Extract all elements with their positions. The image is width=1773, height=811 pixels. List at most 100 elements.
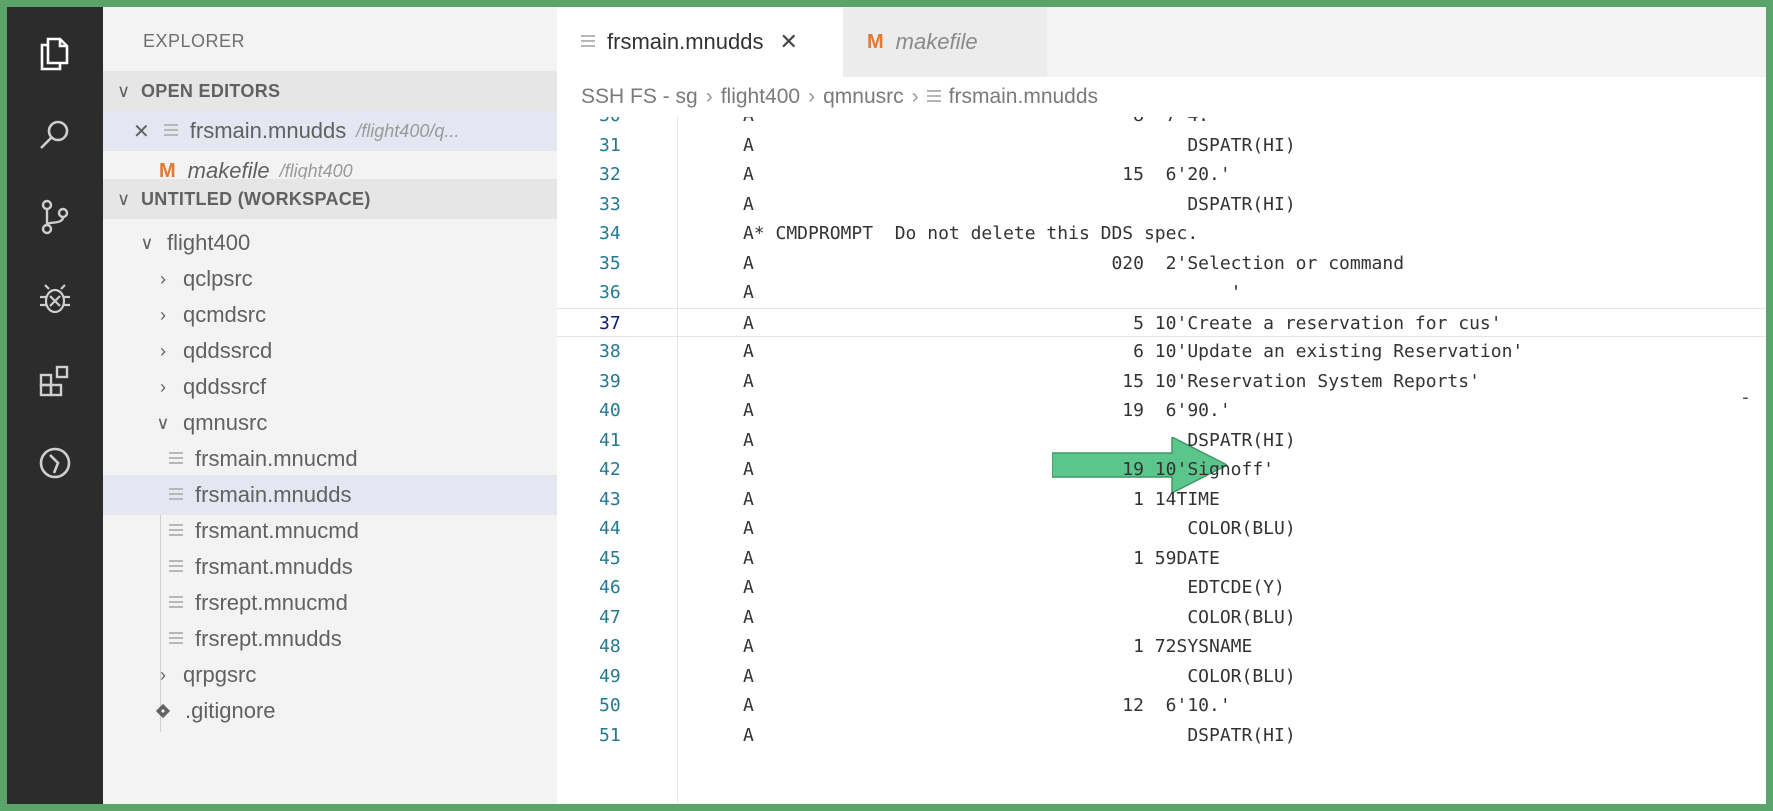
tree-file[interactable]: frsmant.mnudds	[103, 547, 557, 587]
git-icon	[155, 703, 171, 719]
code-text: A 19 6'90.'	[743, 400, 1231, 421]
line-number: 36	[599, 282, 621, 303]
open-editors-label: OPEN EDITORS	[141, 80, 281, 101]
tree-file[interactable]: frsrept.mnucmd	[103, 583, 557, 623]
line-number: 30	[599, 117, 639, 126]
line-number: 51	[599, 724, 621, 746]
code-line[interactable]: 43 A 1 14TIME	[557, 485, 1766, 514]
open-editors-header[interactable]: ∨ OPEN EDITORS	[103, 71, 557, 111]
close-icon[interactable]: ✕	[133, 119, 150, 144]
line-number: 37	[599, 312, 621, 334]
chevron-down-icon: ∨	[156, 412, 170, 433]
file-label: frsmain.mnudds	[195, 482, 352, 507]
workspace-header[interactable]: ∨ UNTITLED (WORKSPACE)	[103, 179, 557, 219]
chevron-right-icon: ›	[911, 85, 919, 108]
tree-file[interactable]: frsrept.mnudds	[103, 619, 557, 659]
tab-label: makefile	[895, 29, 978, 54]
line-number: 45	[599, 547, 621, 569]
gitlens-icon[interactable]	[7, 431, 103, 495]
line-number: 44	[599, 518, 621, 539]
code-line[interactable]: 37 A 5 10'Create a reservation for cus'	[557, 307, 1766, 337]
workspace-label: UNTITLED (WORKSPACE)	[141, 188, 371, 209]
code-line[interactable]: 30 A 8 7 4.	[557, 117, 1766, 130]
code-line[interactable]: 45 A 1 59DATE	[557, 544, 1766, 573]
file-icon	[163, 124, 178, 138]
code-line[interactable]: 47 A COLOR(BLU)	[557, 603, 1766, 632]
tree-folder-qrpgsrc[interactable]: › qrpgsrc	[103, 655, 557, 695]
code-editor[interactable]: - 30A 8 7 4.31A DSPATR(HI)32A 15 6'20.'3…	[557, 117, 1766, 804]
code-text: A DSPATR(HI)	[743, 724, 1296, 746]
breadcrumb-item[interactable]: qmnusrc	[823, 85, 904, 109]
code-line[interactable]: 32 A 15 6'20.'	[557, 160, 1766, 189]
search-icon[interactable]	[7, 103, 103, 167]
code-line[interactable]: 36 A '	[557, 278, 1766, 307]
code-line[interactable]: 48 A 1 72SYSNAME	[557, 632, 1766, 661]
close-icon[interactable]: ✕	[780, 29, 798, 55]
tab-makefile[interactable]: M makefile	[843, 7, 1047, 77]
debug-icon[interactable]	[7, 267, 103, 331]
code-line[interactable]: 49 A COLOR(BLU)	[557, 662, 1766, 691]
chevron-down-icon: ∨	[117, 188, 131, 209]
file-label: frsrept.mnucmd	[195, 590, 348, 615]
code-text: A* CMDPROMPT Do not delete this DDS spec…	[743, 223, 1199, 244]
extensions-icon[interactable]	[7, 349, 103, 413]
code-line[interactable]: 44 A COLOR(BLU)	[557, 514, 1766, 543]
tree-folder-qclpsrc[interactable]: › qclpsrc	[103, 259, 557, 299]
code-text: A 19 10'Signoff'	[743, 459, 1275, 480]
tab-frsmain-mnudds[interactable]: frsmain.mnudds ✕	[557, 7, 843, 77]
code-line[interactable]: 41 A DSPATR(HI)	[557, 426, 1766, 455]
code-line[interactable]: 39 A 15 10'Reservation System Reports'	[557, 367, 1766, 396]
line-number: 31	[599, 134, 621, 156]
code-line[interactable]: 33 A DSPATR(HI)	[557, 190, 1766, 219]
folder-label: qmnusrc	[183, 410, 268, 435]
code-line[interactable]: 46 A EDTCDE(Y)	[557, 573, 1766, 602]
explorer-icon[interactable]	[7, 21, 103, 85]
breadcrumb-item[interactable]: SSH FS - sg	[581, 85, 698, 109]
code-text: A 6 10'Update an existing Reservation'	[743, 341, 1524, 362]
tree-file[interactable]: frsmant.mnucmd	[103, 511, 557, 551]
line-number: 33	[599, 193, 621, 215]
tree-folder-qddssrcd[interactable]: › qddssrcd	[103, 331, 557, 371]
line-number: 46	[599, 577, 621, 598]
code-text: A EDTCDE(Y)	[743, 577, 1285, 598]
code-text: A DSPATR(HI)	[743, 134, 1296, 156]
code-text: A 12 6'10.'	[743, 695, 1231, 716]
folder-label: qcmdsrc	[183, 302, 267, 327]
open-editor-path: /flight400/q...	[356, 120, 460, 141]
tree-file-gitignore[interactable]: .gitignore	[103, 691, 557, 731]
code-text: A 5 10'Create a reservation for cus'	[743, 312, 1502, 334]
code-line[interactable]: 40 A 19 6'90.'	[557, 396, 1766, 425]
file-icon	[169, 452, 183, 466]
code-line[interactable]: 50 A 12 6'10.'	[557, 691, 1766, 720]
tree-folder-qcmdsrc[interactable]: › qcmdsrc	[103, 295, 557, 335]
code-line[interactable]: 38 A 6 10'Update an existing Reservation'	[557, 337, 1766, 366]
source-control-icon[interactable]	[7, 185, 103, 249]
open-editor-frsmain-mnudds[interactable]: ✕ frsmain.mnudds /flight400/q...	[103, 111, 557, 151]
folder-label: qrpgsrc	[183, 662, 257, 687]
tree-folder-qddssrcf[interactable]: › qddssrcf	[103, 367, 557, 407]
file-icon	[169, 596, 183, 610]
tree-file[interactable]: frsmain.mnucmd	[103, 439, 557, 479]
tree-file-selected[interactable]: frsmain.mnudds	[103, 475, 557, 515]
code-line[interactable]: 35 A 020 2'Selection or command	[557, 249, 1766, 278]
file-icon	[169, 632, 183, 646]
tree-folder-flight400[interactable]: ∨ flight400	[103, 223, 557, 263]
tab-label: frsmain.mnudds	[607, 29, 764, 54]
line-number: 41	[599, 429, 621, 451]
breadcrumb-item[interactable]: frsmain.mnudds	[949, 85, 1098, 109]
chevron-right-icon: ›	[160, 268, 166, 289]
tree-folder-qmnusrc[interactable]: ∨ qmnusrc	[103, 403, 557, 443]
breadcrumb-item[interactable]: flight400	[721, 85, 800, 109]
code-line[interactable]: 31 A DSPATR(HI)	[557, 131, 1766, 160]
code-text: A 1 72SYSNAME	[743, 636, 1253, 657]
folder-label: qddssrcf	[183, 374, 267, 399]
file-label: frsrept.mnudds	[195, 626, 342, 651]
open-editor-name: frsmain.mnudds	[189, 118, 347, 143]
code-line[interactable]: 51 A DSPATR(HI)	[557, 721, 1766, 750]
chevron-right-icon: ›	[705, 85, 713, 108]
code-text: A COLOR(BLU)	[743, 518, 1296, 539]
line-number: 49	[599, 665, 621, 687]
code-line[interactable]: 42 A 19 10'Signoff'	[557, 455, 1766, 484]
line-number: 42	[599, 459, 621, 480]
code-line[interactable]: 34 A* CMDPROMPT Do not delete this DDS sp…	[557, 219, 1766, 248]
